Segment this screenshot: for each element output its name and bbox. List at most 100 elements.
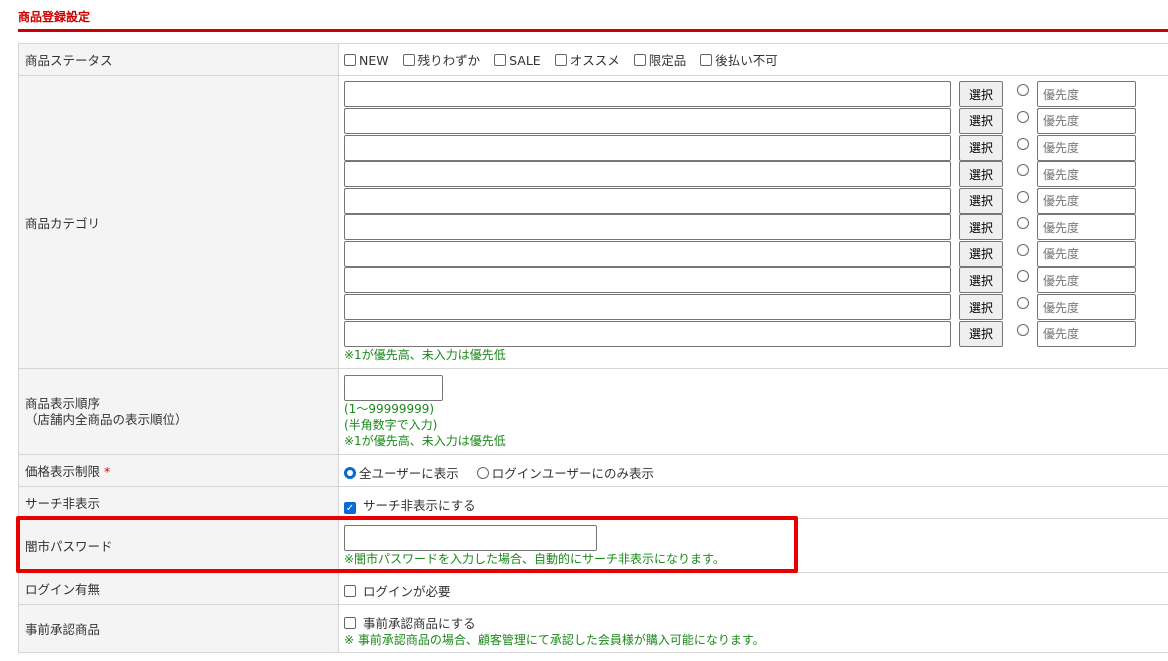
search-label: サーチ非表示 bbox=[18, 486, 339, 519]
price-option-login-label: ログインユーザーにのみ表示 bbox=[491, 466, 655, 481]
category-priority-placeholder: 優先度 bbox=[1043, 194, 1080, 209]
category-select-button[interactable]: 選択 bbox=[959, 81, 1003, 108]
category-input[interactable] bbox=[344, 107, 951, 134]
category-input[interactable] bbox=[344, 294, 951, 321]
status-option[interactable]: 後払い不可 bbox=[700, 53, 778, 68]
required-mark: * bbox=[104, 464, 111, 479]
display-order-input[interactable] bbox=[344, 374, 443, 401]
status-checkbox[interactable] bbox=[402, 54, 415, 66]
category-priority-input[interactable]: 優先度 bbox=[1037, 161, 1136, 188]
price-label: 価格表示制限 bbox=[25, 464, 101, 479]
status-option[interactable]: 限定品 bbox=[633, 53, 686, 68]
category-primary-radio[interactable] bbox=[1017, 323, 1029, 336]
category-priority-input[interactable]: 優先度 bbox=[1037, 81, 1136, 108]
category-input[interactable] bbox=[344, 267, 951, 294]
status-checkbox[interactable] bbox=[554, 54, 567, 66]
category-primary-radio[interactable] bbox=[1017, 110, 1029, 123]
category-select-button[interactable]: 選択 bbox=[959, 214, 1003, 241]
status-option-label: 後払い不可 bbox=[715, 53, 778, 68]
highlight-box bbox=[16, 516, 798, 573]
row-preapproval: 事前承認商品 事前承認商品にする ※ 事前承認商品の場合、顧客管理にて承認した会… bbox=[18, 604, 1168, 653]
category-input[interactable] bbox=[344, 240, 951, 267]
category-priority-input[interactable]: 優先度 bbox=[1037, 107, 1136, 134]
radio[interactable] bbox=[476, 467, 489, 479]
category-priority-input[interactable]: 優先度 bbox=[1037, 320, 1136, 347]
section-title: 商品登録設定 bbox=[18, 10, 91, 24]
category-input[interactable] bbox=[344, 161, 951, 188]
category-row: 選択 優先度 bbox=[344, 107, 1168, 135]
title-underline bbox=[18, 29, 1168, 32]
login-required-label: ログインが必要 bbox=[362, 584, 451, 599]
preapproval-option-label: 事前承認商品にする bbox=[362, 616, 476, 631]
category-row: 選択 優先度 bbox=[344, 134, 1168, 161]
status-option-label: オススメ bbox=[569, 53, 620, 68]
category-row: 選択 優先度 bbox=[344, 240, 1168, 268]
login-required-checkbox[interactable] bbox=[344, 585, 356, 597]
status-checkbox[interactable] bbox=[633, 54, 646, 66]
status-checkbox[interactable] bbox=[494, 54, 507, 66]
category-priority-placeholder: 優先度 bbox=[1043, 300, 1080, 315]
row-price: 価格表示制限 * 全ユーザーに表示 ログインユーザーにのみ表示 bbox=[18, 454, 1168, 487]
row-status: 商品ステータス NEW 残りわずか SALE オススメ 限定品 後払い不可 bbox=[18, 43, 1168, 76]
category-priority-input[interactable]: 優先度 bbox=[1037, 134, 1136, 161]
status-option-label: NEW bbox=[359, 53, 389, 68]
status-label: 商品ステータス bbox=[18, 43, 339, 76]
price-option-login[interactable]: ログインユーザーにのみ表示 bbox=[476, 466, 655, 481]
category-priority-input[interactable]: 優先度 bbox=[1037, 187, 1136, 214]
category-select-button[interactable]: 選択 bbox=[959, 187, 1003, 214]
status-options: NEW 残りわずか SALE オススメ 限定品 後払い不可 bbox=[338, 43, 1168, 76]
category-row: 選択 優先度 bbox=[344, 320, 1168, 347]
category-input[interactable] bbox=[344, 214, 951, 241]
category-select-button[interactable]: 選択 bbox=[959, 107, 1003, 134]
category-input[interactable] bbox=[344, 187, 951, 214]
category-row: 選択 優先度 bbox=[344, 187, 1168, 214]
radio-selected[interactable] bbox=[344, 467, 356, 479]
category-input[interactable] bbox=[344, 134, 951, 161]
category-priority-placeholder: 優先度 bbox=[1043, 114, 1080, 129]
row-login: ログイン有無 ログインが必要 bbox=[18, 572, 1168, 605]
category-primary-radio[interactable] bbox=[1017, 137, 1029, 150]
status-checkbox[interactable] bbox=[700, 54, 713, 66]
category-primary-radio[interactable] bbox=[1017, 243, 1029, 256]
order-note-format: (半角数字で入力) bbox=[344, 417, 438, 432]
order-note-range: (1～99999999) bbox=[344, 401, 435, 416]
category-primary-radio[interactable] bbox=[1017, 190, 1029, 203]
category-priority-input[interactable]: 優先度 bbox=[1037, 240, 1136, 267]
search-hide-label: サーチ非表示にする bbox=[362, 498, 476, 513]
category-priority-placeholder: 優先度 bbox=[1043, 273, 1080, 288]
category-label: 商品カテゴリ bbox=[18, 75, 339, 369]
status-option[interactable]: 残りわずか bbox=[402, 53, 480, 68]
category-list: 選択 優先度 選択 優先度 選択 優先度 選択 優先度 選択 優先度 選択 優先度 選択 優先度 選択 優先度… bbox=[344, 81, 1168, 347]
category-select-button[interactable]: 選択 bbox=[959, 267, 1003, 294]
category-primary-radio[interactable] bbox=[1017, 270, 1029, 283]
category-row: 選択 優先度 bbox=[344, 214, 1168, 241]
status-option[interactable]: SALE bbox=[494, 53, 541, 68]
category-primary-radio[interactable] bbox=[1017, 164, 1029, 177]
category-priority-input[interactable]: 優先度 bbox=[1037, 294, 1136, 321]
price-option-all[interactable]: 全ユーザーに表示 bbox=[344, 466, 459, 481]
category-priority-input[interactable]: 優先度 bbox=[1037, 214, 1136, 241]
category-primary-radio[interactable] bbox=[1017, 297, 1029, 310]
category-select-button[interactable]: 選択 bbox=[959, 134, 1003, 161]
category-priority-placeholder: 優先度 bbox=[1043, 167, 1080, 182]
category-row: 選択 優先度 bbox=[344, 161, 1168, 188]
price-option-all-label: 全ユーザーに表示 bbox=[359, 466, 459, 481]
order-label: 商品表示順序 bbox=[25, 395, 101, 411]
status-option[interactable]: NEW bbox=[344, 53, 389, 68]
category-row: 選択 優先度 bbox=[344, 294, 1168, 321]
category-select-button[interactable]: 選択 bbox=[959, 161, 1003, 188]
category-input[interactable] bbox=[344, 81, 951, 108]
status-option[interactable]: オススメ bbox=[554, 53, 620, 68]
preapproval-note: ※ 事前承認商品の場合、顧客管理にて承認した会員様が購入可能になります。 bbox=[344, 633, 765, 647]
preapproval-checkbox[interactable] bbox=[344, 617, 356, 629]
category-priority-placeholder: 優先度 bbox=[1043, 327, 1080, 342]
category-select-button[interactable]: 選択 bbox=[959, 320, 1003, 347]
category-primary-radio[interactable] bbox=[1017, 217, 1029, 230]
category-priority-input[interactable]: 優先度 bbox=[1037, 267, 1136, 294]
category-select-button[interactable]: 選択 bbox=[959, 240, 1003, 267]
category-select-button[interactable]: 選択 bbox=[959, 294, 1003, 321]
status-checkbox[interactable] bbox=[344, 54, 356, 66]
category-input[interactable] bbox=[344, 320, 951, 347]
search-hide-checkbox[interactable]: ✓ bbox=[344, 502, 356, 514]
category-primary-radio[interactable] bbox=[1017, 84, 1029, 97]
